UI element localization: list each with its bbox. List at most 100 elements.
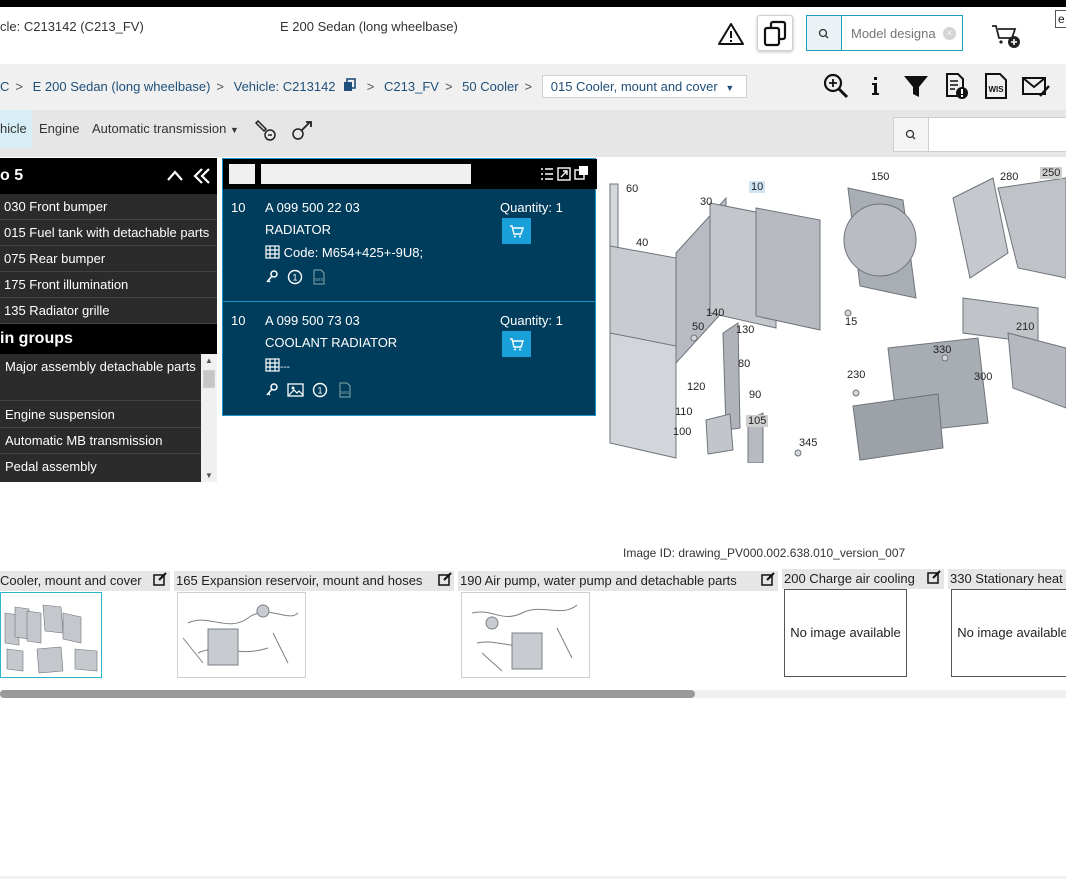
key-icon[interactable] bbox=[265, 269, 279, 285]
wis-icon[interactable]: WIS bbox=[338, 382, 352, 398]
grid-icon[interactable] bbox=[265, 358, 280, 372]
info-icon[interactable] bbox=[862, 72, 890, 100]
callout-label[interactable]: 210 bbox=[1016, 321, 1034, 333]
callout-label[interactable]: 345 bbox=[799, 437, 817, 449]
tab-engine[interactable]: Engine bbox=[39, 110, 79, 148]
thumbnail-image[interactable] bbox=[461, 592, 590, 678]
search-icon[interactable] bbox=[894, 118, 929, 151]
no-image-placeholder[interactable]: No image available bbox=[784, 589, 907, 677]
breadcrumb-item[interactable]: C213_FV bbox=[384, 79, 439, 94]
thumbnail-image[interactable] bbox=[0, 592, 102, 678]
mail-edit-icon[interactable] bbox=[1021, 72, 1051, 100]
callout-label[interactable]: 80 bbox=[738, 358, 750, 370]
scrollbar-thumb[interactable] bbox=[203, 370, 215, 388]
clear-search-icon[interactable]: × bbox=[943, 27, 956, 40]
subgroup-item[interactable]: 015 Fuel tank with detachable parts bbox=[0, 220, 217, 246]
add-to-cart-button[interactable] bbox=[502, 218, 531, 244]
copy-vin-icon[interactable] bbox=[343, 78, 357, 92]
part-filter-icon[interactable] bbox=[254, 118, 278, 142]
callout-label[interactable]: 15 bbox=[845, 316, 857, 328]
no-image-placeholder[interactable]: No image available bbox=[951, 589, 1066, 677]
subgroup-item[interactable]: 075 Rear bumper bbox=[0, 246, 217, 272]
wis-icon[interactable]: WIS bbox=[312, 269, 326, 285]
subgroup-dropdown[interactable]: 015 Cooler, mount and cover ▼ bbox=[541, 75, 748, 98]
part-row[interactable]: 10 A 099 500 22 03 RADIATOR Code: M654+4… bbox=[223, 190, 595, 302]
edit-icon[interactable] bbox=[927, 570, 941, 584]
collapse-up-icon[interactable] bbox=[166, 168, 184, 184]
image-icon[interactable] bbox=[286, 382, 305, 398]
callout-label[interactable]: 50 bbox=[692, 321, 704, 333]
tab-automatic-transmission[interactable]: Automatic transmission ▼ bbox=[92, 110, 239, 148]
grid-icon[interactable] bbox=[265, 245, 280, 259]
scroll-down-icon[interactable]: ▼ bbox=[205, 471, 213, 480]
main-group-item[interactable]: Automatic MB transmission bbox=[0, 428, 201, 454]
callout-label[interactable]: 40 bbox=[636, 237, 648, 249]
breadcrumb-item[interactable]: Vehicle: C213142 bbox=[234, 79, 336, 94]
thumbnail-title[interactable]: 165 Expansion reservoir, mount and hoses bbox=[176, 573, 422, 588]
callout-label[interactable]: 30 bbox=[700, 196, 712, 208]
warning-icon[interactable] bbox=[718, 22, 744, 46]
language-selector[interactable]: e bbox=[1055, 10, 1066, 28]
scrollbar-thumb[interactable] bbox=[0, 690, 695, 698]
breadcrumb-item[interactable]: C bbox=[0, 79, 9, 94]
filter-icon[interactable] bbox=[902, 72, 930, 100]
callout-label[interactable]: 140 bbox=[706, 307, 724, 319]
thumbnail-title[interactable]: Cooler, mount and cover bbox=[0, 573, 142, 588]
scroll-up-icon[interactable]: ▲ bbox=[205, 356, 213, 365]
callout-label[interactable]: 130 bbox=[736, 324, 754, 336]
thumbnail-title[interactable]: 190 Air pump, water pump and detachable … bbox=[460, 573, 737, 588]
wis-document-icon[interactable]: WIS bbox=[982, 72, 1010, 100]
callout-label[interactable]: 105 bbox=[746, 415, 769, 427]
callout-label[interactable]: 60 bbox=[626, 183, 638, 195]
search-icon[interactable] bbox=[807, 16, 842, 50]
cart-add-icon[interactable] bbox=[990, 22, 1022, 50]
list-view-icon[interactable] bbox=[540, 167, 554, 181]
number-one-icon[interactable]: 1 bbox=[312, 382, 330, 398]
vertical-scrollbar[interactable]: ▲ ▼ bbox=[201, 354, 217, 482]
callout-label[interactable]: 250 bbox=[1040, 167, 1063, 179]
position-filter-input[interactable] bbox=[229, 164, 255, 184]
subgroup-item[interactable]: 135 Radiator grille bbox=[0, 298, 217, 324]
edit-icon[interactable] bbox=[153, 572, 167, 586]
copy-button[interactable] bbox=[757, 15, 793, 51]
edit-icon[interactable] bbox=[761, 572, 775, 586]
thumbnail-title[interactable]: 200 Charge air cooling bbox=[784, 571, 915, 586]
number-one-icon[interactable]: 1 bbox=[287, 269, 305, 285]
key-icon[interactable] bbox=[265, 382, 279, 398]
callout-label[interactable]: 280 bbox=[1000, 171, 1018, 183]
horizontal-scrollbar[interactable] bbox=[0, 690, 1066, 698]
model-search-input[interactable] bbox=[851, 24, 945, 42]
thumbnail-image[interactable] bbox=[177, 592, 306, 678]
callout-label[interactable]: 330 bbox=[933, 344, 951, 356]
callout-label[interactable]: 300 bbox=[974, 371, 992, 383]
breadcrumb-item[interactable]: E 200 Sedan (long wheelbase) bbox=[33, 79, 211, 94]
wrench-icon[interactable] bbox=[290, 118, 314, 142]
thumbnail-title[interactable]: 330 Stationary heat bbox=[950, 571, 1063, 586]
main-group-item[interactable]: Engine suspension bbox=[0, 402, 201, 428]
popout-icon[interactable] bbox=[574, 165, 590, 181]
double-chevron-left-icon[interactable] bbox=[192, 167, 212, 185]
main-group-item[interactable]: Pedal assembly bbox=[0, 454, 201, 480]
callout-label[interactable]: 100 bbox=[673, 426, 691, 438]
tab-vehicle[interactable]: hicle bbox=[0, 110, 32, 148]
main-group-item[interactable]: Major assembly detachable parts bbox=[0, 355, 201, 401]
callout-label[interactable]: 90 bbox=[749, 389, 761, 401]
tab-search-box[interactable] bbox=[893, 117, 1066, 152]
callout-label[interactable]: 110 bbox=[675, 406, 693, 418]
edit-icon[interactable] bbox=[438, 572, 452, 586]
part-filter-input[interactable] bbox=[261, 164, 471, 184]
document-alert-icon[interactable] bbox=[942, 72, 970, 100]
callout-label[interactable]: 230 bbox=[847, 369, 865, 381]
add-to-cart-button[interactable] bbox=[502, 331, 531, 357]
expand-icon[interactable] bbox=[557, 167, 571, 181]
zoom-icon[interactable] bbox=[822, 72, 850, 100]
breadcrumb-item[interactable]: 50 Cooler bbox=[462, 79, 518, 94]
subgroup-item[interactable]: 030 Front bumper bbox=[0, 194, 217, 220]
callout-label[interactable]: 120 bbox=[687, 381, 705, 393]
model-search-box[interactable]: × bbox=[806, 15, 963, 51]
callout-label[interactable]: 10 bbox=[749, 181, 766, 193]
callout-label[interactable]: 150 bbox=[871, 171, 889, 183]
exploded-drawing[interactable]: 60 10 30 150 280 250 40 140 50 130 15 21… bbox=[598, 158, 1066, 463]
subgroup-item[interactable]: 175 Front illumination bbox=[0, 272, 217, 298]
part-row[interactable]: 10 A 099 500 73 03 COOLANT RADIATOR --- … bbox=[223, 303, 595, 415]
